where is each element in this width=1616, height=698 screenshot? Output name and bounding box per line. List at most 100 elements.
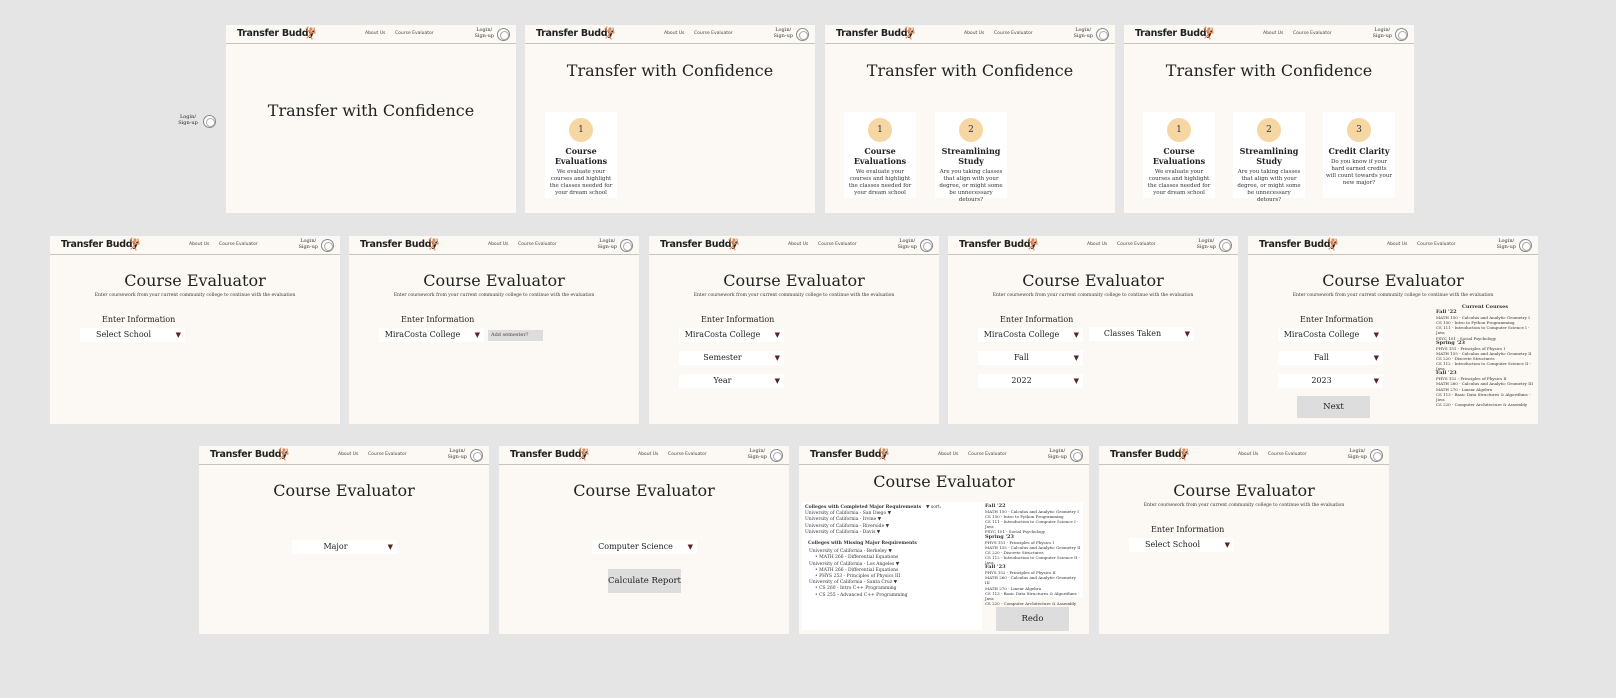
next-button[interactable]: Next: [1297, 396, 1370, 418]
login-signup-link[interactable]: Login/ Sign-up: [773, 27, 793, 39]
nav-about-link[interactable]: About Us: [1263, 31, 1283, 36]
avatar-icon[interactable]: [203, 115, 216, 128]
avatar-icon[interactable]: [920, 239, 933, 252]
nav-evaluator-link[interactable]: Course Evaluator: [518, 242, 557, 247]
chevron-down-icon: ▼: [175, 331, 181, 339]
screen-frame-6: Transfer Buddy About Us Course Evaluator…: [349, 236, 639, 424]
nav-about-link[interactable]: About Us: [788, 242, 808, 247]
school-select[interactable]: Select School ▼: [1129, 538, 1234, 552]
avatar-icon[interactable]: [770, 449, 783, 462]
semester-select[interactable]: Semester ▼: [679, 351, 784, 365]
avatar-icon[interactable]: [497, 28, 510, 41]
nav-about-link[interactable]: About Us: [189, 242, 209, 247]
nav-evaluator-link[interactable]: Course Evaluator: [1268, 452, 1307, 457]
avatar-icon[interactable]: [470, 449, 483, 462]
major-select[interactable]: Major ▼: [292, 540, 397, 554]
classes-taken-select[interactable]: Classes Taken ▼: [1089, 327, 1194, 341]
avatar-icon[interactable]: [1519, 239, 1532, 252]
login-signup-link[interactable]: Login/ Sign-up: [447, 448, 467, 460]
avatar-icon[interactable]: [620, 239, 633, 252]
avatar-icon[interactable]: [1395, 28, 1408, 41]
signup-label: Sign-up: [1047, 454, 1067, 460]
avatar-icon[interactable]: [1219, 239, 1232, 252]
login-signup-link[interactable]: Login/ Sign-up: [298, 238, 318, 250]
school-select[interactable]: MiraCosta College ▼: [679, 328, 784, 342]
nav-about-link[interactable]: About Us: [1087, 242, 1107, 247]
nav-evaluator-link[interactable]: Course Evaluator: [219, 242, 258, 247]
semester-select[interactable]: Fall ▼: [978, 351, 1083, 365]
login-signup-link[interactable]: Login/ Sign-up: [747, 448, 767, 460]
login-signup-link[interactable]: Login/ Sign-up: [597, 238, 617, 250]
course-item: CS 113 - Basic Data Structures & Algorit…: [985, 590, 1080, 601]
climber-icon: [129, 237, 140, 251]
nav-about-link[interactable]: About Us: [338, 452, 358, 457]
nav-about-link[interactable]: About Us: [638, 452, 658, 457]
card-text: We evaluate your courses and highlight t…: [549, 169, 613, 196]
nav-about-link[interactable]: About Us: [938, 452, 958, 457]
login-signup-link[interactable]: Login/ Sign-up: [1047, 448, 1067, 460]
nav-about-link[interactable]: About Us: [365, 31, 385, 36]
year-select[interactable]: 2023 ▼: [1278, 374, 1383, 388]
avatar-icon[interactable]: [796, 28, 809, 41]
page-subtitle: Enter coursework from your current commu…: [1143, 503, 1345, 508]
nav-evaluator-link[interactable]: Course Evaluator: [694, 31, 733, 36]
nav-about-link[interactable]: About Us: [964, 31, 984, 36]
school-select-value: Select School: [1144, 540, 1201, 549]
nav-evaluator-link[interactable]: Course Evaluator: [818, 242, 857, 247]
nav-evaluator-link[interactable]: Course Evaluator: [968, 452, 1007, 457]
nav-about-link[interactable]: About Us: [488, 242, 508, 247]
signup-label: Sign-up: [298, 244, 318, 250]
avatar-icon[interactable]: [1370, 449, 1383, 462]
feature-card-2: 2 Streamlining Study Are you taking clas…: [935, 112, 1007, 203]
nav-evaluator-link[interactable]: Course Evaluator: [1293, 31, 1332, 36]
sort-select[interactable]: ▼ sort:: [926, 505, 941, 511]
classes-taken-select-value: Classes Taken: [1103, 329, 1162, 338]
report-panel: Colleges with Completed Major Requiremen…: [802, 502, 982, 630]
avatar-icon[interactable]: [321, 239, 334, 252]
chevron-down-icon: ▼: [687, 543, 693, 551]
semester-select-value: Fall: [1314, 353, 1329, 362]
login-signup-link[interactable]: Login/ Sign-up: [1496, 238, 1516, 250]
year-select[interactable]: Year ▼: [679, 374, 784, 388]
calculate-report-button[interactable]: Calculate Report: [608, 569, 681, 593]
nav-evaluator-link[interactable]: Course Evaluator: [1117, 242, 1156, 247]
login-signup-link[interactable]: Login/ Sign-up: [1372, 27, 1392, 39]
year-select-value: 2023: [1311, 376, 1332, 385]
chevron-down-icon: ▼: [387, 543, 393, 551]
year-select[interactable]: 2022 ▼: [978, 374, 1083, 388]
screen-frame-13: Transfer Buddy About Us Course Evaluator…: [1099, 446, 1389, 634]
avatar-icon[interactable]: [1096, 28, 1109, 41]
course-item: CS 111 - Introduction to Computer Scienc…: [985, 519, 1079, 530]
major-select[interactable]: Computer Science ▼: [592, 540, 697, 554]
card-text: Are you taking classes that align with y…: [939, 169, 1003, 203]
school-select[interactable]: MiraCosta College ▼: [379, 328, 484, 342]
redo-button[interactable]: Redo: [996, 607, 1069, 631]
login-signup-link[interactable]: Login/ Sign-up: [897, 238, 917, 250]
school-select[interactable]: Select School ▼: [80, 328, 185, 342]
nav-evaluator-link[interactable]: Course Evaluator: [1417, 242, 1456, 247]
add-semester-input[interactable]: Add semester?: [488, 330, 543, 341]
login-signup-link[interactable]: Login/ Sign-up: [1073, 27, 1093, 39]
nav-about-link[interactable]: About Us: [1238, 452, 1258, 457]
avatar-icon[interactable]: [1070, 449, 1083, 462]
school-select[interactable]: MiraCosta College ▼: [1278, 328, 1383, 342]
nav-evaluator-link[interactable]: Course Evaluator: [994, 31, 1033, 36]
login-signup-link[interactable]: Login/ Sign-up: [1347, 448, 1367, 460]
signup-label: Sign-up: [1372, 33, 1392, 39]
nav-about-link[interactable]: About Us: [1387, 242, 1407, 247]
feature-card-1: 1 Course Evaluations We evaluate your co…: [1143, 112, 1215, 198]
nav-evaluator-link[interactable]: Course Evaluator: [668, 452, 707, 457]
login-signup-link[interactable]: Login/ Sign-up: [1196, 238, 1216, 250]
major-select-value: Computer Science: [598, 542, 673, 551]
login-signup-link[interactable]: Login/ Sign-up: [474, 27, 494, 39]
nav-evaluator-link[interactable]: Course Evaluator: [368, 452, 407, 457]
side-login[interactable]: Login/ Sign-up: [176, 114, 216, 128]
semester-select[interactable]: Fall ▼: [1278, 351, 1383, 365]
school-select[interactable]: MiraCosta College ▼: [978, 328, 1083, 342]
chevron-down-icon: ▼: [1373, 331, 1379, 339]
nav-evaluator-link[interactable]: Course Evaluator: [395, 31, 434, 36]
card-text: Are you taking classes that align with y…: [1237, 169, 1301, 203]
feature-card-3: 3 Credit Clarity Do you know if your har…: [1323, 112, 1395, 198]
top-nav: Transfer Buddy About Us Course Evaluator…: [525, 25, 815, 44]
nav-about-link[interactable]: About Us: [664, 31, 684, 36]
